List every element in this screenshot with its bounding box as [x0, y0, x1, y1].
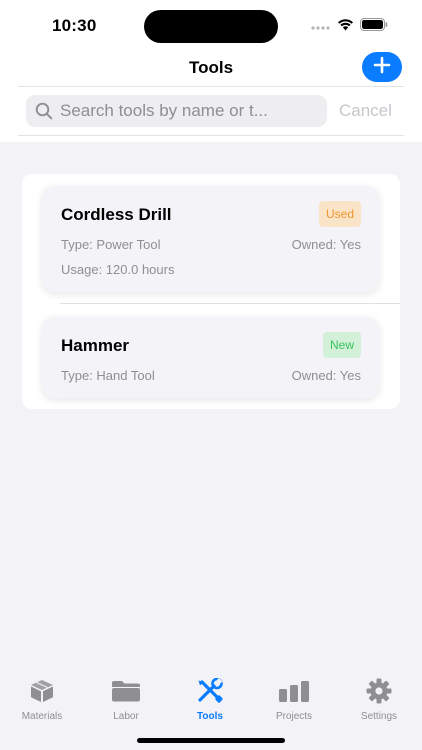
search-field[interactable]: [26, 95, 327, 127]
tab-labor[interactable]: Labor: [84, 680, 168, 722]
tab-label: Materials: [21, 711, 63, 722]
tab-materials[interactable]: Materials: [0, 679, 84, 722]
tools-list: Cordless Drill Used Type: Power Tool Own…: [22, 174, 400, 409]
dynamic-island: [144, 10, 278, 43]
row-divider: [60, 303, 400, 304]
tool-usage: Usage: 120.0 hours: [61, 262, 175, 277]
status-bar: 10:30: [0, 0, 422, 50]
search-input[interactable]: [60, 101, 310, 121]
status-icons: [311, 18, 388, 36]
signal-dots-icon: [311, 18, 331, 36]
tab-settings[interactable]: Settings: [337, 678, 421, 722]
home-indicator: [137, 738, 285, 743]
page-title: Tools: [188, 58, 234, 77]
tab-tools[interactable]: Tools: [168, 677, 252, 722]
battery-icon: [360, 18, 388, 36]
tab-label: Projects: [275, 711, 313, 722]
box-icon: [29, 679, 55, 708]
tool-owned: Owned: Yes: [291, 237, 361, 252]
header-area: 10:30 Tools Cancel: [0, 0, 422, 142]
tool-type: Type: Hand Tool: [61, 368, 155, 383]
tool-name: Cordless Drill: [61, 205, 172, 224]
navigation-bar: Tools: [0, 50, 422, 86]
wrench-screwdriver-icon: [196, 677, 224, 709]
tab-label: Labor: [113, 711, 139, 722]
tab-projects[interactable]: Projects: [252, 680, 336, 722]
tool-type: Type: Power Tool: [61, 237, 161, 252]
tool-card-hammer[interactable]: Hammer New Type: Hand Tool Owned: Yes: [42, 317, 379, 398]
tab-label: Tools: [197, 711, 223, 722]
folder-icon: [111, 680, 141, 707]
add-tool-button[interactable]: [362, 52, 402, 82]
status-time: 10:30: [52, 16, 97, 35]
divider: [18, 86, 404, 87]
search-icon: [35, 102, 53, 120]
tool-card-cordless-drill[interactable]: Cordless Drill Used Type: Power Tool Own…: [42, 186, 379, 292]
gear-icon: [366, 678, 392, 709]
chart-bars-icon: [278, 680, 310, 707]
tool-name: Hammer: [61, 336, 130, 355]
cancel-button[interactable]: Cancel: [339, 101, 392, 121]
condition-badge: New: [322, 332, 361, 358]
condition-badge: Used: [318, 201, 361, 227]
wifi-icon: [337, 18, 354, 36]
divider: [18, 135, 404, 136]
tab-label: Settings: [360, 711, 398, 722]
tool-owned: Owned: Yes: [291, 368, 361, 383]
plus-icon: [373, 56, 391, 79]
